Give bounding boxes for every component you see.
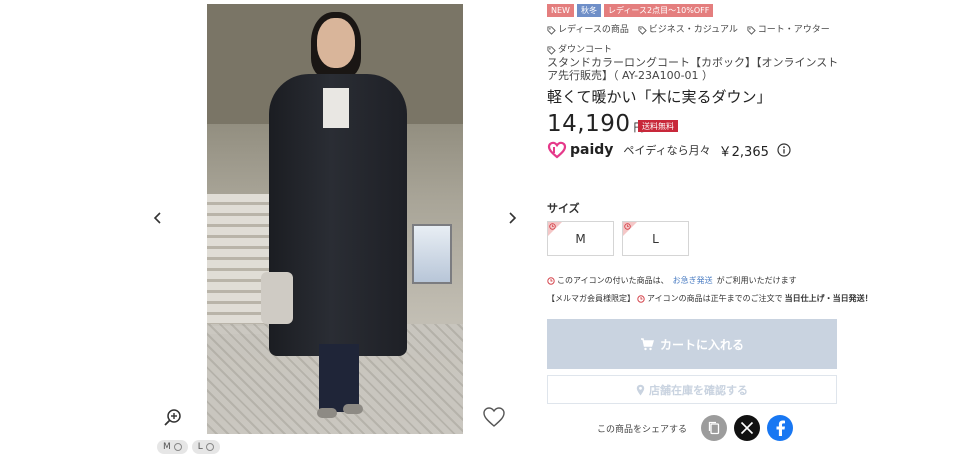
- share-facebook-button[interactable]: [767, 415, 794, 441]
- size-option-label: M: [575, 231, 586, 246]
- model-inner: [323, 88, 349, 128]
- size-thumbnail-list: M L: [157, 440, 220, 454]
- express-note: このアイコンの付いた商品は、 お急ぎ発送 がご利用いただけます: [547, 275, 797, 286]
- clock-icon: [549, 223, 556, 230]
- product-price: 14,190 円: [547, 111, 644, 137]
- size-option-l[interactable]: L: [622, 221, 689, 256]
- badge-list: NEW 秋冬 レディース2点目～10%OFF: [547, 4, 714, 17]
- chevron-right-icon: [509, 212, 517, 224]
- tag-icon: [547, 26, 556, 35]
- chevron-left-icon: [153, 212, 161, 224]
- category-tag-label: レディースの商品: [558, 25, 629, 35]
- product-photo: [207, 4, 463, 434]
- zoom-button[interactable]: [163, 408, 183, 428]
- copy-link-button[interactable]: [701, 415, 728, 441]
- badge-season: 秋冬: [576, 4, 601, 17]
- share-label: この商品をシェアする: [597, 424, 688, 435]
- tag-icon: [747, 26, 756, 35]
- info-icon[interactable]: [777, 143, 791, 157]
- size-thumbnail[interactable]: M: [157, 440, 188, 454]
- size-options: M L: [547, 221, 689, 256]
- size-option-label: L: [652, 231, 659, 246]
- location-pin-icon: [636, 384, 645, 395]
- member-note-text: アイコンの商品は正午までのご注文で: [647, 294, 783, 303]
- add-to-cart-label: カートに入れる: [659, 337, 744, 352]
- model-shoe: [317, 408, 337, 418]
- member-note-prefix: 【メルマガ会員様限定】: [547, 294, 635, 303]
- express-note-text-end: がご利用いただけます: [716, 276, 797, 285]
- thumbnail-label: L: [197, 442, 203, 452]
- share-x-button[interactable]: [734, 415, 761, 441]
- tag-icon: [638, 26, 647, 35]
- category-tag-label: コート・アウター: [757, 25, 830, 35]
- model-pants: [319, 344, 359, 412]
- paidy-installment: paidy ペイディなら月々 ￥2,365: [547, 140, 791, 160]
- paidy-brand: paidy: [570, 142, 614, 158]
- product-catchphrase: 軽くて暖かい「木に実るダウン」: [547, 88, 772, 106]
- member-note-emphasis: 当日仕上げ・当日発送！: [784, 294, 873, 303]
- paidy-logo: paidy: [547, 141, 613, 159]
- gallery-prev-button[interactable]: [148, 207, 168, 229]
- free-shipping-badge: 送料無料: [638, 120, 678, 132]
- member-note: 【メルマガ会員様限定】 アイコンの商品は正午までのご注文で 当日仕上げ・当日発送…: [547, 293, 873, 304]
- badge-sale: レディース2点目～10%OFF: [603, 4, 714, 17]
- model-bag: [261, 272, 293, 324]
- model-shoe: [343, 404, 363, 414]
- badge-new: NEW: [547, 4, 574, 17]
- model-face: [317, 18, 355, 68]
- paidy-text: ペイディなら月々: [623, 144, 711, 157]
- paidy-mark-icon: [547, 141, 567, 159]
- size-thumbnail[interactable]: L: [191, 440, 220, 454]
- category-tag[interactable]: ビジネス・カジュアル: [638, 22, 738, 39]
- clock-icon: [624, 223, 631, 230]
- heart-icon: [483, 407, 505, 427]
- check-store-stock-label: 店舗在庫を確認する: [649, 383, 748, 397]
- paidy-monthly-amount: ￥2,365: [718, 144, 769, 160]
- category-tag[interactable]: コート・アウター: [747, 22, 830, 39]
- add-to-cart-button[interactable]: カートに入れる: [547, 319, 837, 369]
- category-tag[interactable]: レディースの商品: [547, 22, 629, 39]
- thumbnail-label: M: [163, 442, 171, 452]
- price-value: 14,190: [547, 111, 631, 137]
- category-tag-label: ビジネス・カジュアル: [648, 25, 738, 35]
- clock-icon: [637, 294, 645, 303]
- size-section-label: サイズ: [547, 202, 580, 215]
- express-note-text: このアイコンの付いた商品は、: [557, 276, 669, 285]
- facebook-logo-icon: [776, 420, 786, 436]
- cart-icon: [640, 337, 654, 350]
- zoom-in-icon: [164, 409, 181, 426]
- clock-icon: [547, 276, 555, 285]
- favorite-button[interactable]: [482, 405, 506, 429]
- copy-icon: [708, 421, 720, 435]
- x-logo-icon: [740, 421, 754, 435]
- gallery-next-button[interactable]: [502, 207, 522, 229]
- product-name: スタンドカラーロングコート【カボック】【オンラインストア先行販売】（ AY-23…: [547, 56, 839, 82]
- background-poster: [412, 224, 452, 284]
- size-option-m[interactable]: M: [547, 221, 614, 256]
- tag-icon: [547, 46, 556, 55]
- share-bar: この商品をシェアする: [597, 415, 800, 441]
- circle-icon: [205, 443, 214, 451]
- express-shipping-link[interactable]: お急ぎ発送: [673, 275, 713, 286]
- circle-icon: [173, 443, 182, 451]
- check-store-stock-button[interactable]: 店舗在庫を確認する: [547, 375, 837, 404]
